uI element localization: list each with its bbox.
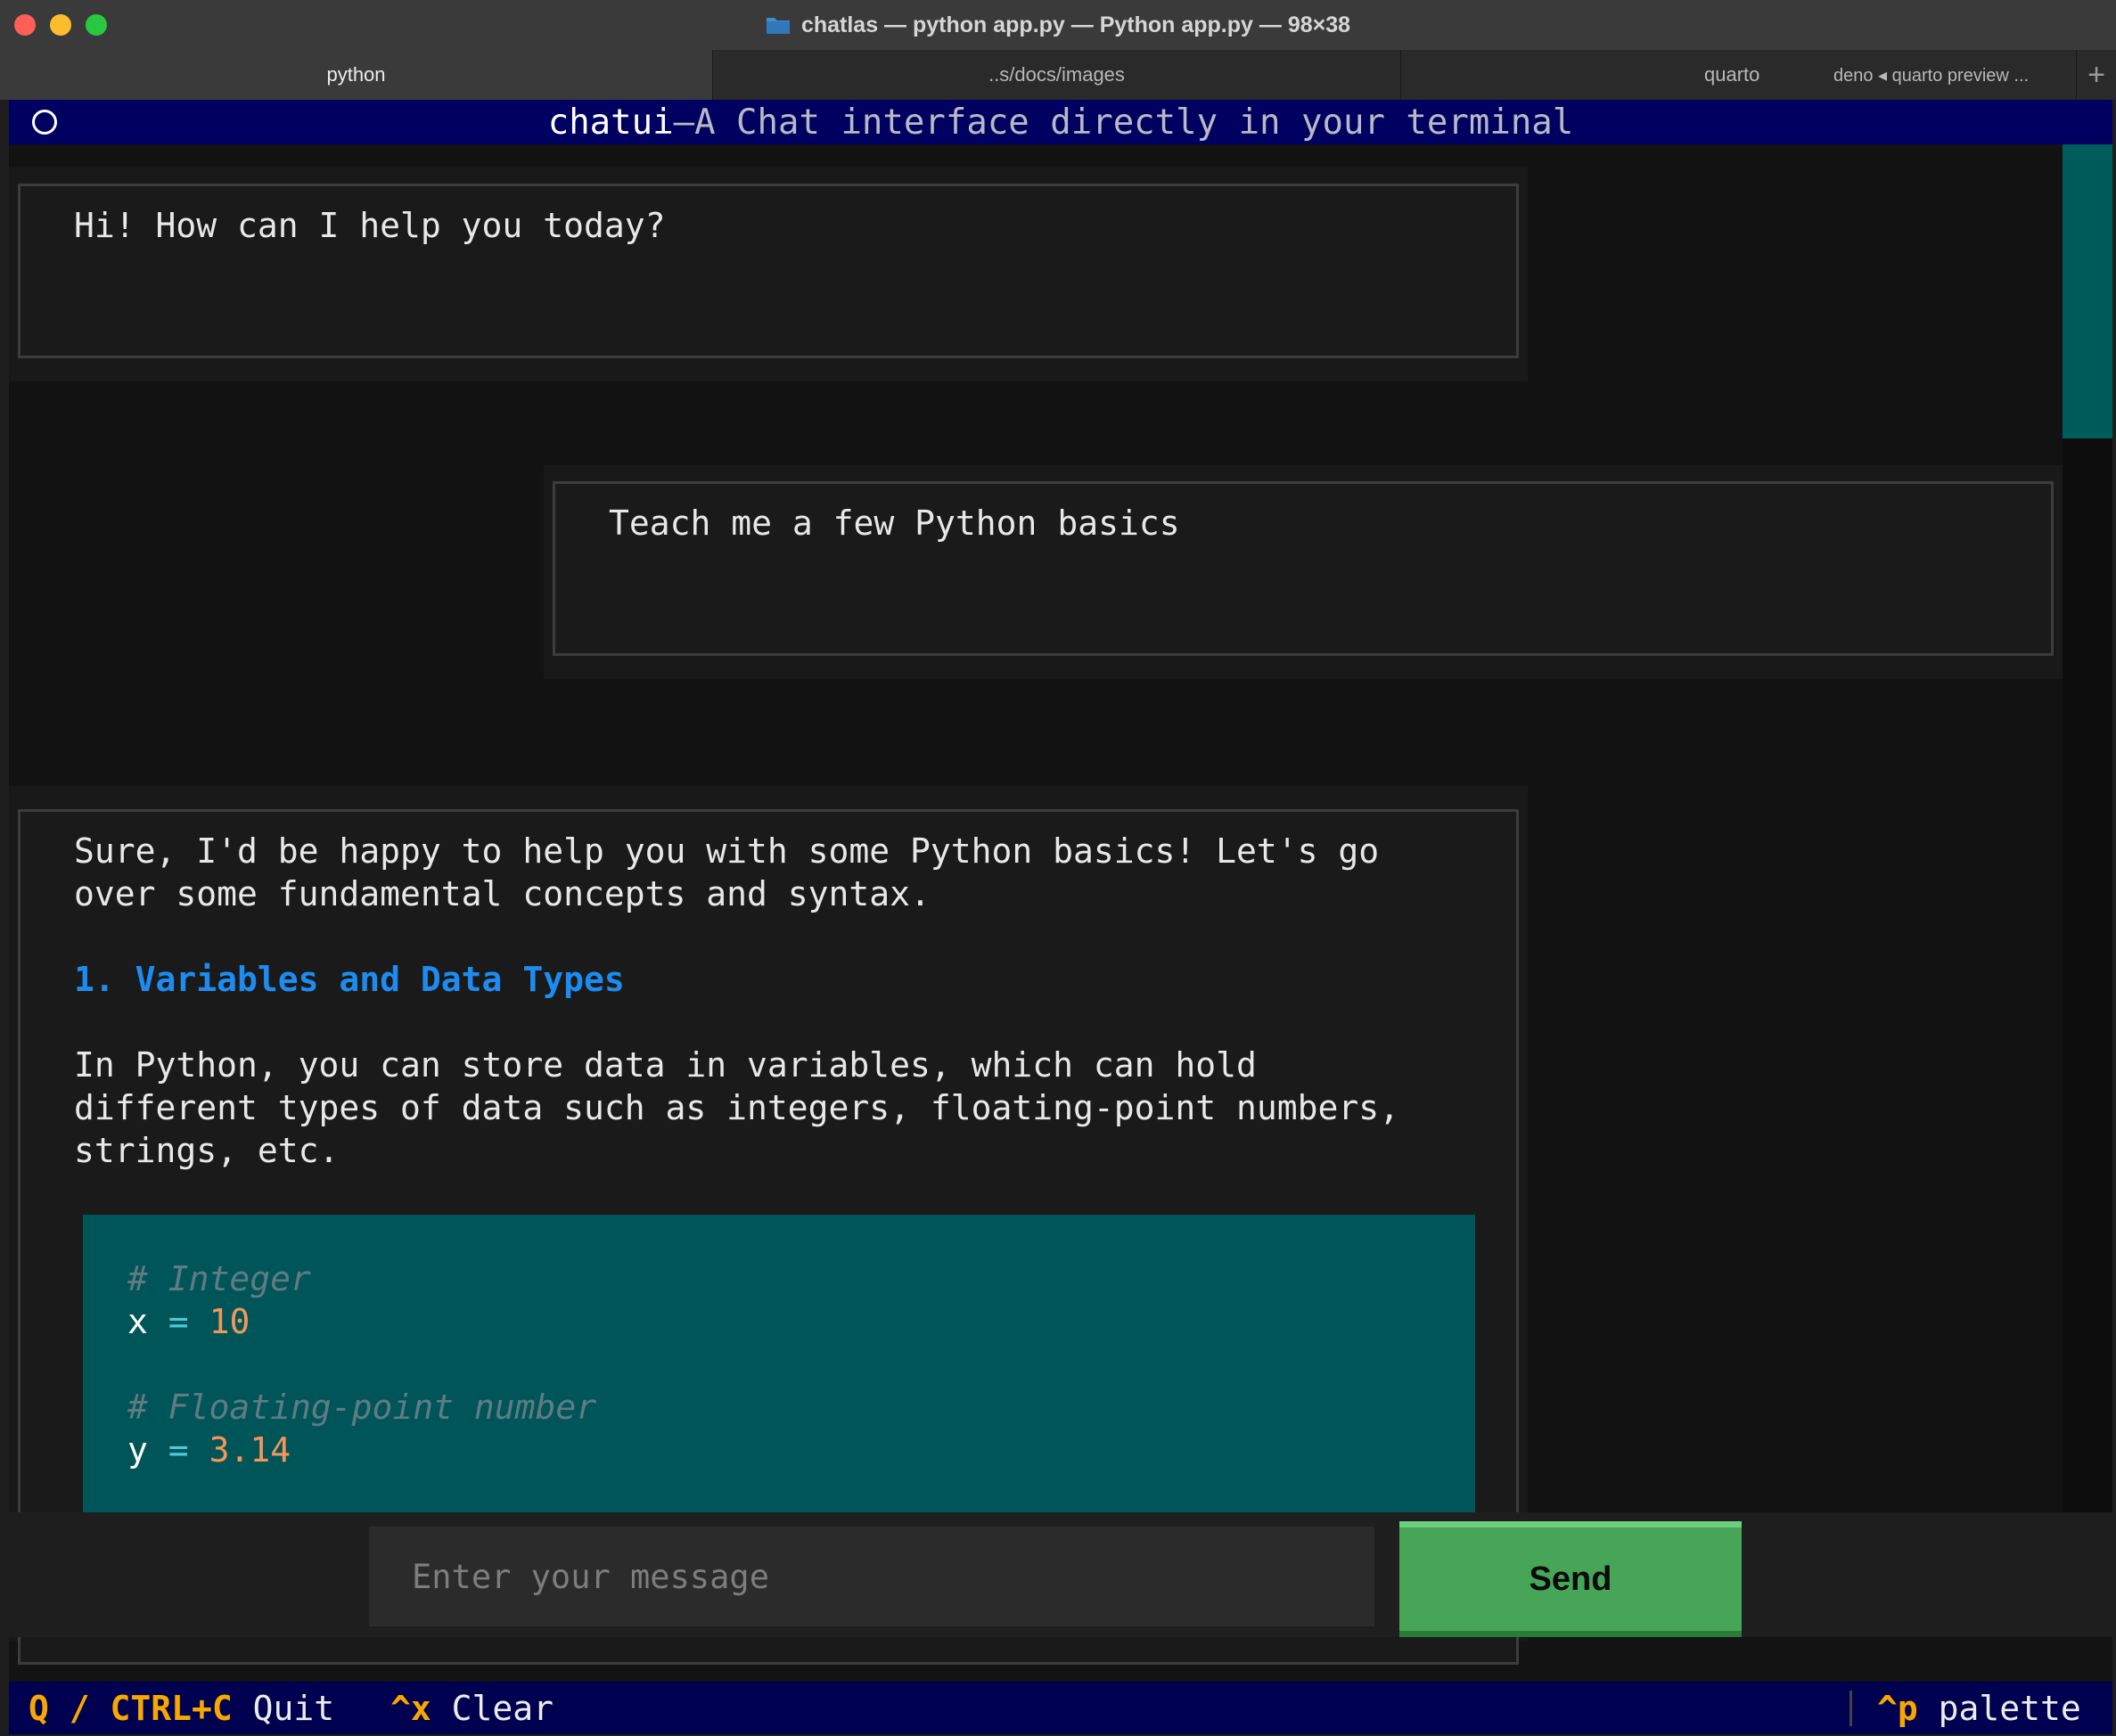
paragraph-line: In Python, you can store data in variabl… (74, 1045, 1257, 1085)
send-button[interactable]: Send (1399, 1521, 1742, 1637)
window-controls (14, 14, 107, 36)
tab-label: ..s/docs/images (988, 63, 1125, 86)
code-number: 10 (209, 1302, 250, 1341)
terminal-window: chatui — A Chat interface directly in yo… (9, 100, 2112, 1734)
tab-label: python (326, 63, 386, 86)
message-input-row: Send (9, 1512, 2112, 1637)
code-comment: # Integer (127, 1259, 311, 1298)
code-comment: # Floating-point number (127, 1388, 597, 1427)
app-header: chatui — A Chat interface directly in yo… (9, 100, 2112, 144)
paragraph-line: strings, etc. (74, 1131, 340, 1170)
code-number: 3.14 (209, 1430, 291, 1470)
user-message: Teach me a few Python basics (544, 465, 2063, 679)
clear-binding[interactable]: ^x Clear (390, 1689, 554, 1728)
palette-label: palette (1938, 1688, 2081, 1728)
assistant-message: Hi! How can I help you today? (9, 168, 1528, 381)
new-tab-button[interactable]: + (2077, 50, 2116, 100)
code-operator: = (168, 1430, 189, 1470)
palette-key: ^p (1877, 1688, 1918, 1728)
plus-icon: + (2087, 57, 2105, 92)
tab-docs-images[interactable]: ..s/docs/images (713, 50, 1401, 100)
paragraph-line: different types of data such as integers… (74, 1088, 1400, 1127)
quit-key: Q / CTRL+C (29, 1688, 233, 1728)
quit-binding[interactable]: Q / CTRL+C Quit (29, 1689, 334, 1728)
message-text: Hi! How can I help you today? (74, 206, 666, 245)
section-heading: 1. Variables and Data Types (74, 960, 625, 999)
header-separator: — (673, 102, 695, 143)
folder-icon (766, 18, 790, 34)
reply-intro-line: over some fundamental concepts and synta… (74, 874, 931, 913)
close-window-button[interactable] (14, 14, 36, 36)
message-box: Teach me a few Python basics (553, 481, 2054, 656)
window-titlebar: chatlas — python app.py — Python app.py … (0, 0, 2116, 51)
message-box: Hi! How can I help you today? (18, 184, 1519, 358)
maximize-window-button[interactable] (86, 14, 107, 36)
scrollbar-thumb[interactable] (2063, 144, 2112, 438)
chat-history[interactable]: Hi! How can I help you today? Teach me a… (9, 144, 2112, 1665)
key-binding-footer: Q / CTRL+C Quit ^x Clear ^p palette (9, 1682, 2112, 1734)
tab-label-deno: deno ◂ quarto preview ... (1833, 65, 2030, 86)
reply-intro-line: Sure, I'd be happy to help you with some… (74, 831, 1380, 871)
window-title: chatlas — python app.py — Python app.py … (766, 12, 1350, 38)
tab-quarto[interactable]: quarto deno ◂ quarto preview ... (1401, 50, 2077, 100)
code-line: y = 3.14 (127, 1429, 291, 1471)
code-variable: y (127, 1430, 148, 1470)
tab-python[interactable]: python (0, 50, 713, 100)
minimize-window-button[interactable] (50, 14, 71, 36)
app-subtitle: A Chat interface directly in your termin… (694, 102, 1574, 143)
clear-key: ^x (390, 1688, 431, 1728)
message-input[interactable] (369, 1521, 1374, 1632)
app-name: chatui (547, 102, 674, 143)
quit-label: Quit (252, 1688, 335, 1728)
code-line: x = 10 (127, 1300, 250, 1343)
message-text: Teach me a few Python basics (609, 504, 1180, 543)
palette-binding[interactable]: ^p palette (1849, 1688, 2081, 1728)
tab-label: quarto (1704, 63, 1760, 86)
code-variable: x (127, 1302, 148, 1341)
window-title-text: chatlas — python app.py — Python app.py … (800, 12, 1351, 37)
terminal-tab-bar: python ..s/docs/images quarto deno ◂ qua… (0, 50, 2116, 100)
circle-icon[interactable] (32, 110, 57, 135)
clear-label: Clear (451, 1688, 554, 1728)
code-operator: = (168, 1302, 189, 1341)
